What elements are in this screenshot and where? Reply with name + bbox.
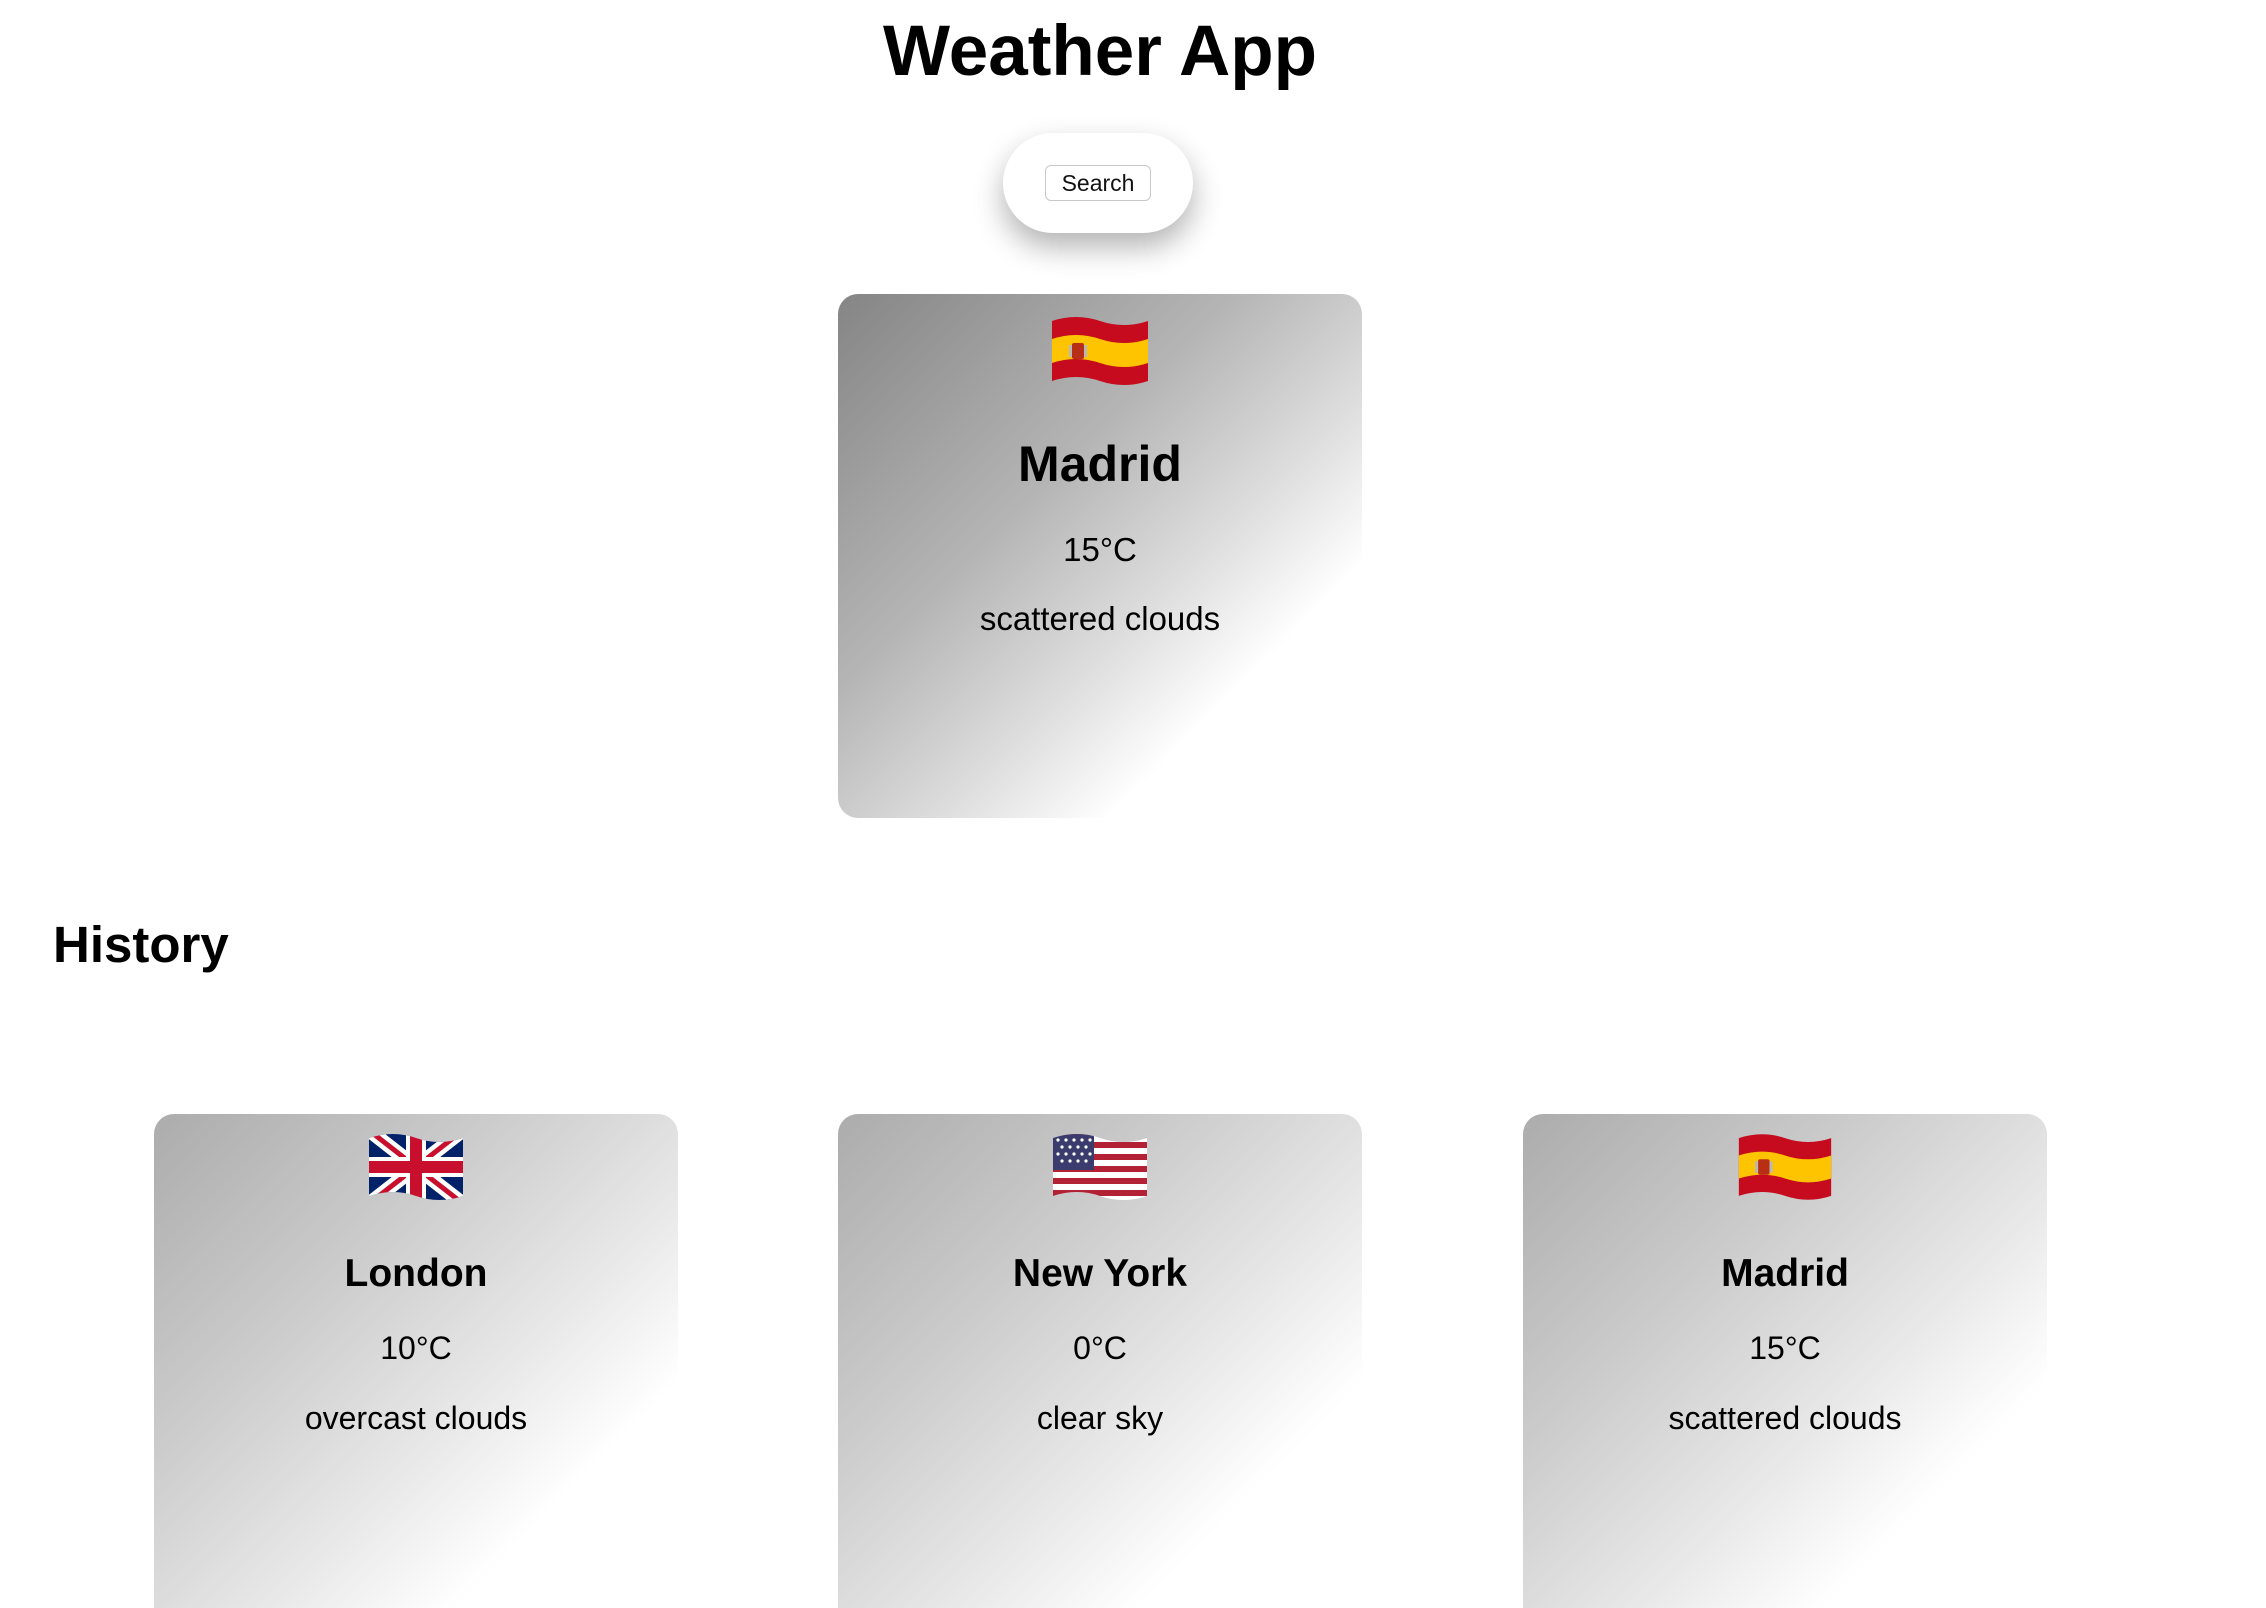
current-temperature: 15°C bbox=[1063, 531, 1137, 568]
history-weather-description: clear sky bbox=[1036, 1400, 1164, 1436]
app-title: Weather App bbox=[883, 12, 1317, 91]
uk-flag-icon bbox=[369, 1134, 463, 1200]
current-city-name: Madrid bbox=[1018, 436, 1182, 492]
spain-flag-icon bbox=[1738, 1134, 1832, 1200]
search-button[interactable]: Search bbox=[1044, 165, 1152, 201]
history-city-name: Madrid bbox=[1721, 1252, 1849, 1295]
history-temperature: 10°C bbox=[380, 1330, 452, 1366]
usa-flag-icon bbox=[1053, 1134, 1147, 1200]
history-heading: History bbox=[53, 916, 229, 973]
history-card[interactable]: London 10°C overcast clouds bbox=[154, 1114, 678, 1608]
current-weather-card: Madrid 15°C scattered clouds bbox=[838, 294, 1362, 818]
history-weather-description: overcast clouds bbox=[304, 1400, 528, 1436]
history-card[interactable]: Madrid 15°C scattered clouds bbox=[1523, 1114, 2047, 1608]
history-temperature: 0°C bbox=[1073, 1330, 1127, 1366]
history-temperature: 15°C bbox=[1749, 1330, 1821, 1366]
current-weather-description: scattered clouds bbox=[979, 600, 1221, 637]
history-card[interactable]: New York 0°C clear sky bbox=[838, 1114, 1362, 1608]
history-city-name: New York bbox=[1012, 1252, 1188, 1295]
history-city-name: London bbox=[344, 1252, 488, 1295]
history-weather-description: scattered clouds bbox=[1668, 1400, 1902, 1436]
spain-flag-icon bbox=[1052, 317, 1148, 385]
search-container: Search bbox=[1003, 133, 1193, 233]
page: Weather App Search Madrid 15°C scattered… bbox=[0, 0, 2266, 1608]
